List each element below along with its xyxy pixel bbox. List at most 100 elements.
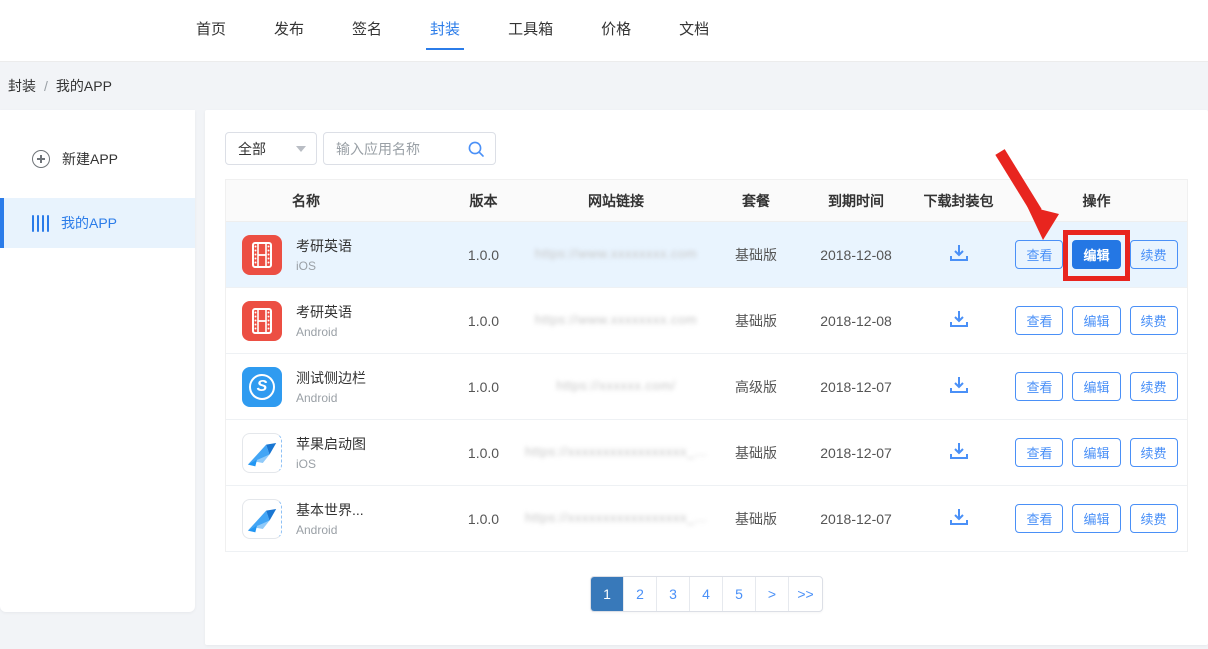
search-icon[interactable] xyxy=(467,140,485,158)
page-last-button[interactable]: >> xyxy=(789,577,822,611)
category-select[interactable]: 全部 xyxy=(225,132,317,165)
app-package: 基础版 xyxy=(711,245,801,265)
edit-button[interactable]: 编辑 xyxy=(1072,306,1120,335)
col-header-url: 网站链接 xyxy=(521,191,711,211)
col-header-download: 下载封装包 xyxy=(911,191,1006,211)
app-platform: Android xyxy=(296,391,366,405)
page-next-button[interactable]: > xyxy=(756,577,789,611)
app-package: 基础版 xyxy=(711,443,801,463)
edit-button[interactable]: 编辑 xyxy=(1072,438,1120,467)
app-url-blurred: https://xxxxxxxxxxxxxxxxx_... xyxy=(525,444,707,459)
page-button-5[interactable]: 5 xyxy=(723,577,756,611)
search-input[interactable] xyxy=(326,141,467,157)
actions-cell: 查看 编辑 续费 xyxy=(1006,438,1187,467)
table-body: 考研英语 iOS 1.0.0 https://www.xxxxxxxx.com … xyxy=(226,222,1187,552)
col-header-actions: 操作 xyxy=(1006,191,1187,211)
top-nav: 首页 发布 签名 封装 工具箱 价格 文档 xyxy=(0,0,1208,62)
app-name-cell: 基本世界... Android xyxy=(226,499,446,539)
app-platform: iOS xyxy=(296,457,366,471)
renew-button[interactable]: 续费 xyxy=(1130,306,1178,335)
actions-cell: 查看 编辑 续费 xyxy=(1006,372,1187,401)
page-button-1[interactable]: 1 xyxy=(591,577,624,611)
page-button-3[interactable]: 3 xyxy=(657,577,690,611)
nav-tab-package[interactable]: 封装 xyxy=(430,0,460,62)
filter-row: 全部 xyxy=(225,132,1188,165)
nav-tab-home[interactable]: 首页 xyxy=(196,0,226,62)
col-header-version: 版本 xyxy=(446,191,521,211)
app-name: 苹果启动图 xyxy=(296,434,366,454)
app-package: 高级版 xyxy=(711,377,801,397)
breadcrumb-section[interactable]: 封装 xyxy=(8,76,36,96)
view-button[interactable]: 查看 xyxy=(1015,438,1063,467)
s-circle-app-icon: S xyxy=(242,367,282,407)
sidebar-item-label: 新建APP xyxy=(62,149,118,169)
category-select-value: 全部 xyxy=(238,139,266,159)
actions-cell: 查看 编辑 续费 xyxy=(1006,240,1187,269)
view-button[interactable]: 查看 xyxy=(1015,372,1063,401)
renew-button[interactable]: 续费 xyxy=(1130,504,1178,533)
film-app-icon xyxy=(242,301,282,341)
nav-tab-publish[interactable]: 发布 xyxy=(274,0,304,62)
breadcrumb-separator: / xyxy=(44,78,48,94)
chevron-down-icon xyxy=(296,146,306,152)
sidebar-item-new-app[interactable]: 新建APP xyxy=(0,134,195,184)
main-panel: 全部 名称 版本 网站链接 套餐 到期时间 下载封装包 操作 xyxy=(205,110,1208,645)
grid-icon xyxy=(32,215,49,232)
actions-cell: 查看 编辑 续费 xyxy=(1006,504,1187,533)
table-header: 名称 版本 网站链接 套餐 到期时间 下载封装包 操作 xyxy=(226,180,1187,222)
edit-button[interactable]: 编辑 xyxy=(1072,372,1120,401)
app-package: 基础版 xyxy=(711,311,801,331)
pagination: 1 2 3 4 5 > >> xyxy=(225,576,1188,612)
app-version: 1.0.0 xyxy=(446,379,521,395)
download-icon[interactable] xyxy=(948,441,970,461)
renew-button[interactable]: 续费 xyxy=(1130,438,1178,467)
nav-tab-price[interactable]: 价格 xyxy=(601,0,631,62)
app-name: 考研英语 xyxy=(296,236,352,256)
table-row: S 测试侧边栏 Android 1.0.0 https://xxxxxx.com… xyxy=(226,354,1187,420)
actions-cell: 查看 编辑 续费 xyxy=(1006,306,1187,335)
col-header-expiry: 到期时间 xyxy=(801,191,911,211)
renew-button[interactable]: 续费 xyxy=(1130,372,1178,401)
download-icon[interactable] xyxy=(948,375,970,395)
app-platform: iOS xyxy=(296,259,352,273)
nav-tab-docs[interactable]: 文档 xyxy=(679,0,709,62)
view-button[interactable]: 查看 xyxy=(1015,240,1063,269)
col-header-package: 套餐 xyxy=(711,191,801,211)
app-expiry-date: 2018-12-07 xyxy=(801,511,911,527)
sidebar-item-label: 我的APP xyxy=(61,213,117,233)
table-row: 基本世界... Android 1.0.0 https://xxxxxxxxxx… xyxy=(226,486,1187,552)
nav-tab-sign[interactable]: 签名 xyxy=(352,0,382,62)
nav-tab-toolbox[interactable]: 工具箱 xyxy=(508,0,553,62)
app-package: 基础版 xyxy=(711,509,801,529)
download-icon[interactable] xyxy=(948,243,970,263)
app-url-blurred: https://www.xxxxxxxx.com xyxy=(535,246,697,261)
app-version: 1.0.0 xyxy=(446,247,521,263)
app-expiry-date: 2018-12-07 xyxy=(801,445,911,461)
page-button-2[interactable]: 2 xyxy=(624,577,657,611)
download-icon[interactable] xyxy=(948,309,970,329)
edit-button[interactable]: 编辑 xyxy=(1072,240,1120,269)
breadcrumb: 封装 / 我的APP xyxy=(0,62,1208,110)
page-button-4[interactable]: 4 xyxy=(690,577,723,611)
app-platform: Android xyxy=(296,325,352,339)
app-url-blurred: https://www.xxxxxxxx.com xyxy=(535,312,697,327)
app-name: 考研英语 xyxy=(296,302,352,322)
sidebar-item-my-app[interactable]: 我的APP xyxy=(0,198,195,248)
app-name-cell: 考研英语 Android xyxy=(226,301,446,341)
view-button[interactable]: 查看 xyxy=(1015,504,1063,533)
app-expiry-date: 2018-12-07 xyxy=(801,379,911,395)
app-name-cell: 苹果启动图 iOS xyxy=(226,433,446,473)
view-button[interactable]: 查看 xyxy=(1015,306,1063,335)
bird-app-icon xyxy=(242,433,282,473)
plus-circle-icon xyxy=(32,150,50,168)
download-icon[interactable] xyxy=(948,507,970,527)
sidebar: 新建APP 我的APP xyxy=(0,110,195,612)
renew-button[interactable]: 续费 xyxy=(1130,240,1178,269)
app-version: 1.0.0 xyxy=(446,313,521,329)
app-url-blurred: https://xxxxxx.com/ xyxy=(556,378,675,393)
app-name-cell: S 测试侧边栏 Android xyxy=(226,367,446,407)
edit-button[interactable]: 编辑 xyxy=(1072,504,1120,533)
app-name: 基本世界... xyxy=(296,500,364,520)
breadcrumb-current: 我的APP xyxy=(56,76,112,96)
app-name-cell: 考研英语 iOS xyxy=(226,235,446,275)
